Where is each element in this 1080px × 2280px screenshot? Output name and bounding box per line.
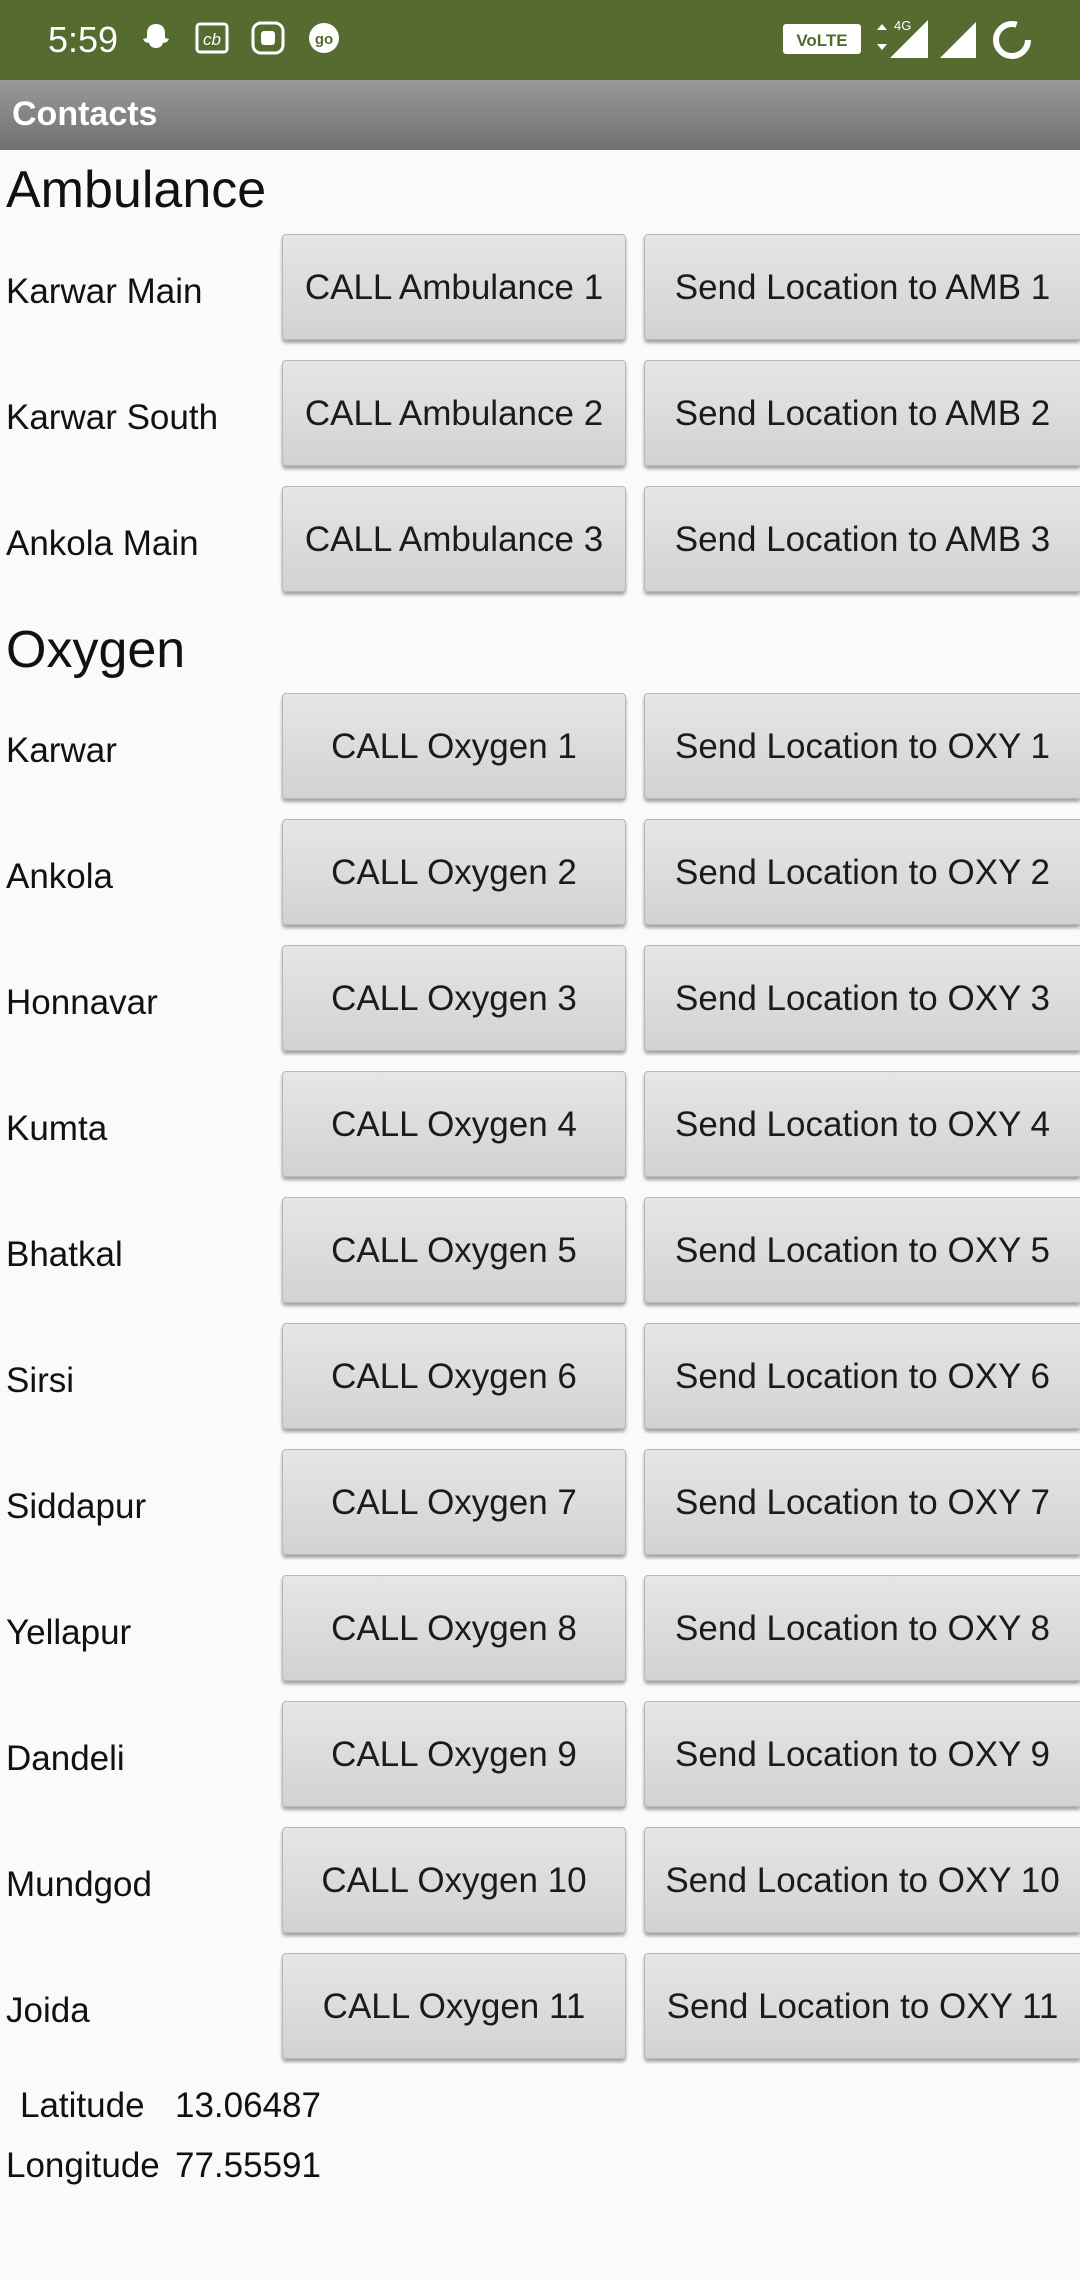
send-location-amb-2-button[interactable]: Send Location to AMB 2 — [644, 360, 1080, 466]
oxygen-row: Karwar CALL Oxygen 1 Send Location to OX… — [0, 693, 1080, 803]
volte-icon: VoLTE — [783, 24, 861, 54]
oxygen-row: Kumta CALL Oxygen 4 Send Location to OXY… — [0, 1071, 1080, 1181]
oxygen-row: Yellapur CALL Oxygen 8 Send Location to … — [0, 1575, 1080, 1685]
loading-icon — [993, 21, 1031, 59]
longitude-label: Longitude — [6, 2146, 160, 2185]
send-location-oxy-7-button[interactable]: Send Location to OXY 7 — [644, 1449, 1080, 1555]
send-location-oxy-10-button[interactable]: Send Location to OXY 10 — [644, 1827, 1080, 1933]
call-oxygen-3-button[interactable]: CALL Oxygen 3 — [282, 945, 626, 1051]
data-4g-icon: 4G — [877, 18, 928, 58]
latitude-label: Latitude — [20, 2086, 145, 2125]
contact-label: Bhatkal — [6, 1235, 123, 1274]
call-oxygen-11-button[interactable]: CALL Oxygen 11 — [282, 1953, 626, 2059]
send-location-amb-3-button[interactable]: Send Location to AMB 3 — [644, 486, 1080, 592]
call-oxygen-4-button[interactable]: CALL Oxygen 4 — [282, 1071, 626, 1177]
send-location-oxy-1-button[interactable]: Send Location to OXY 1 — [644, 693, 1080, 799]
call-ambulance-3-button[interactable]: CALL Ambulance 3 — [282, 486, 626, 592]
send-location-oxy-3-button[interactable]: Send Location to OXY 3 — [644, 945, 1080, 1051]
status-time: 5:59 — [48, 19, 119, 60]
svg-text:4G: 4G — [894, 18, 911, 33]
contact-label: Karwar — [6, 731, 117, 770]
contact-label: Mundgod — [6, 1865, 152, 1904]
status-bar: 5:59 cb go VoLTE 4G — [0, 0, 1080, 80]
call-ambulance-2-button[interactable]: CALL Ambulance 2 — [282, 360, 626, 466]
contact-label: Yellapur — [6, 1613, 132, 1652]
call-oxygen-1-button[interactable]: CALL Oxygen 1 — [282, 693, 626, 799]
send-location-oxy-8-button[interactable]: Send Location to OXY 8 — [644, 1575, 1080, 1681]
call-oxygen-8-button[interactable]: CALL Oxygen 8 — [282, 1575, 626, 1681]
oxygen-row: Joida CALL Oxygen 11 Send Location to OX… — [0, 1953, 1080, 2063]
longitude-value: 77.55591 — [175, 2146, 321, 2185]
call-oxygen-6-button[interactable]: CALL Oxygen 6 — [282, 1323, 626, 1429]
contact-label: Honnavar — [6, 983, 158, 1022]
contact-label: Sirsi — [6, 1361, 75, 1400]
oxygen-heading: Oxygen — [6, 621, 186, 679]
contact-label: Joida — [6, 1991, 90, 2030]
latitude-value: 13.06487 — [175, 2086, 321, 2125]
cb-icon: cb — [195, 22, 229, 54]
oxygen-row: Honnavar CALL Oxygen 3 Send Location to … — [0, 945, 1080, 1055]
app-title: Contacts — [12, 95, 158, 133]
oxygen-row: Dandeli CALL Oxygen 9 Send Location to O… — [0, 1701, 1080, 1811]
contact-label: Dandeli — [6, 1739, 125, 1778]
send-location-oxy-6-button[interactable]: Send Location to OXY 6 — [644, 1323, 1080, 1429]
contact-label: Ankola — [6, 857, 114, 896]
signal-icon — [940, 22, 976, 58]
oxygen-row: Ankola CALL Oxygen 2 Send Location to OX… — [0, 819, 1080, 929]
oxygen-row: Mundgod CALL Oxygen 10 Send Location to … — [0, 1827, 1080, 1937]
contact-label: Kumta — [6, 1109, 108, 1148]
contact-label: Siddapur — [6, 1487, 147, 1526]
app-title-bar: Contacts — [0, 80, 1080, 150]
send-location-oxy-9-button[interactable]: Send Location to OXY 9 — [644, 1701, 1080, 1807]
send-location-oxy-2-button[interactable]: Send Location to OXY 2 — [644, 819, 1080, 925]
call-oxygen-7-button[interactable]: CALL Oxygen 7 — [282, 1449, 626, 1555]
contact-label: Ankola Main — [6, 524, 199, 563]
svg-text:VoLTE: VoLTE — [796, 31, 847, 50]
oxygen-row: Bhatkal CALL Oxygen 5 Send Location to O… — [0, 1197, 1080, 1307]
send-location-amb-1-button[interactable]: Send Location to AMB 1 — [644, 234, 1080, 340]
send-location-oxy-11-button[interactable]: Send Location to OXY 11 — [644, 1953, 1080, 2059]
app-icon — [251, 21, 285, 55]
ambulance-row: Ankola Main CALL Ambulance 3 Send Locati… — [0, 486, 1080, 596]
oxygen-row: Sirsi CALL Oxygen 6 Send Location to OXY… — [0, 1323, 1080, 1433]
send-location-oxy-5-button[interactable]: Send Location to OXY 5 — [644, 1197, 1080, 1303]
svg-text:go: go — [315, 31, 333, 48]
oxygen-row: Siddapur CALL Oxygen 7 Send Location to … — [0, 1449, 1080, 1559]
ambulance-heading: Ambulance — [6, 161, 267, 219]
ambulance-row: Karwar South CALL Ambulance 2 Send Locat… — [0, 360, 1080, 470]
contact-label: Karwar Main — [6, 272, 203, 311]
call-oxygen-2-button[interactable]: CALL Oxygen 2 — [282, 819, 626, 925]
call-oxygen-9-button[interactable]: CALL Oxygen 9 — [282, 1701, 626, 1807]
go-icon: go — [309, 23, 339, 53]
call-oxygen-10-button[interactable]: CALL Oxygen 10 — [282, 1827, 626, 1933]
ambulance-row: Karwar Main CALL Ambulance 1 Send Locati… — [0, 234, 1080, 344]
call-oxygen-5-button[interactable]: CALL Oxygen 5 — [282, 1197, 626, 1303]
call-ambulance-1-button[interactable]: CALL Ambulance 1 — [282, 234, 626, 340]
send-location-oxy-4-button[interactable]: Send Location to OXY 4 — [644, 1071, 1080, 1177]
snapchat-icon — [143, 24, 169, 48]
contact-label: Karwar South — [6, 398, 219, 437]
svg-text:cb: cb — [203, 30, 221, 49]
